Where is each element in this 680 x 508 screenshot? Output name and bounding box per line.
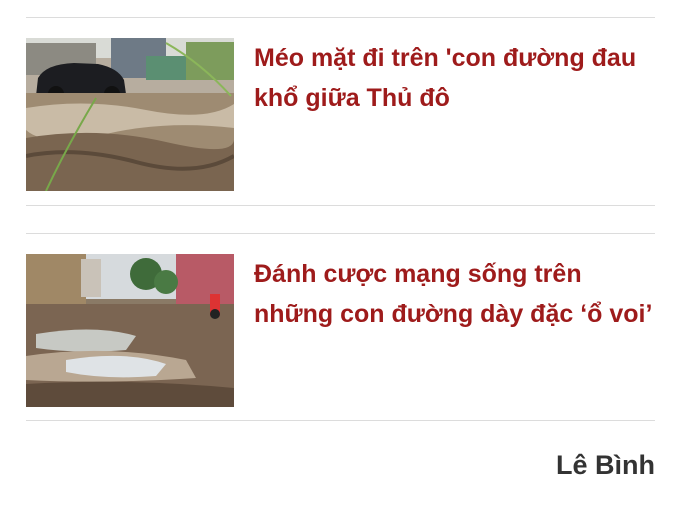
author-name: Lê Bình bbox=[556, 450, 655, 480]
article-1-thumbnail[interactable] bbox=[26, 38, 234, 191]
related-article-1[interactable]: Méo mặt đi trên 'con đường đau khổ giữa … bbox=[26, 38, 655, 191]
divider-top bbox=[26, 17, 655, 18]
divider-2 bbox=[26, 233, 655, 234]
divider-3 bbox=[26, 420, 655, 421]
article-1-title[interactable]: Méo mặt đi trên 'con đường đau khổ giữa … bbox=[254, 38, 654, 118]
article-2-thumbnail[interactable] bbox=[26, 254, 234, 407]
divider-1 bbox=[26, 205, 655, 206]
article-2-title[interactable]: Đánh cược mạng sống trên những con đường… bbox=[254, 254, 654, 334]
related-article-2[interactable]: Đánh cược mạng sống trên những con đường… bbox=[26, 254, 655, 407]
